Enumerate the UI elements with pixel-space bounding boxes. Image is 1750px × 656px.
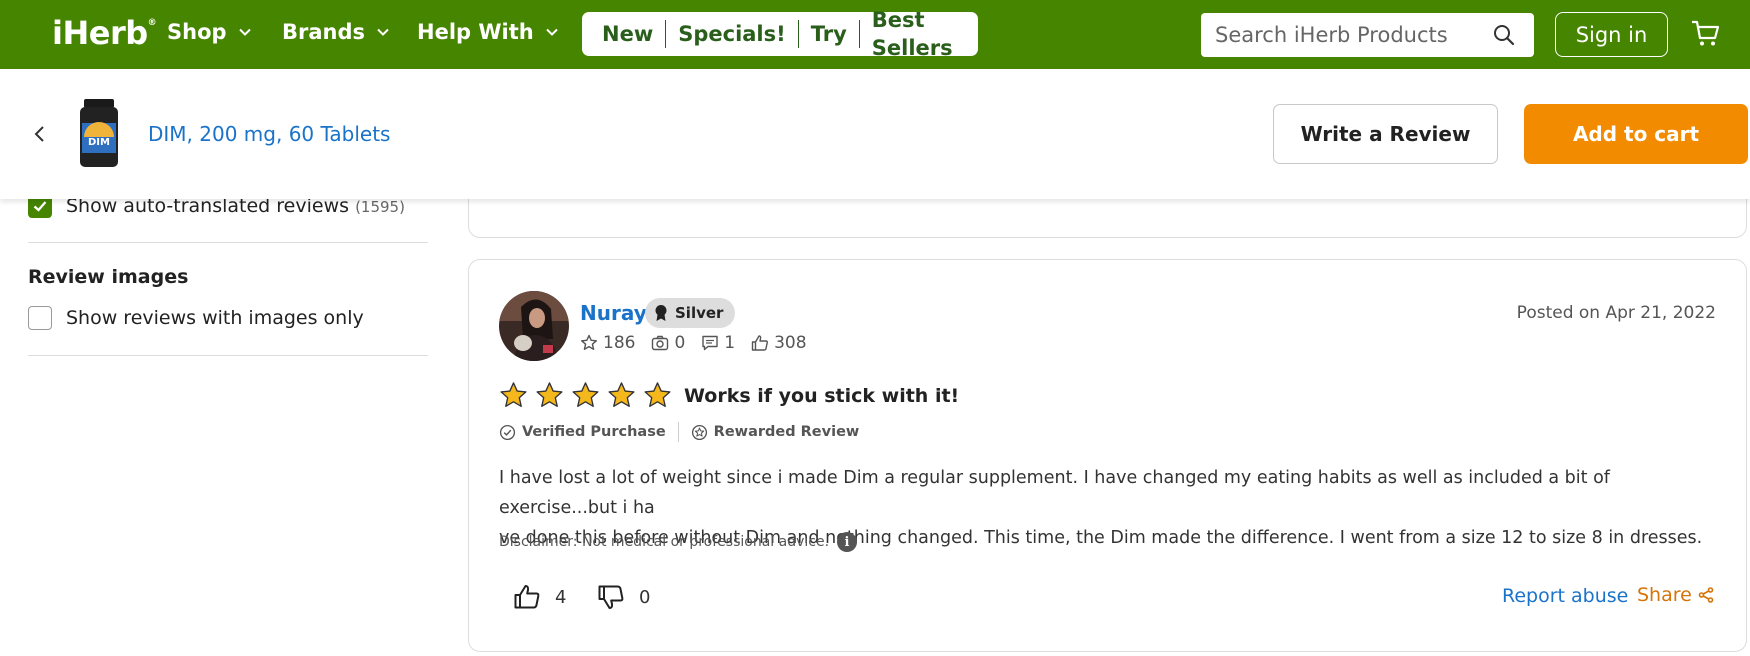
disclaimer-text: Disclaimer: Not medical or professional … (499, 534, 830, 550)
helpful-count: 4 (555, 586, 567, 608)
status-badge: Silver (645, 298, 736, 328)
star-filled-icon (536, 382, 563, 408)
quick-link-try[interactable]: Try (799, 20, 860, 48)
nav-brands[interactable]: Brands (282, 20, 391, 44)
review-title: Works if you stick with it! (684, 385, 960, 407)
product-thumbnail[interactable]: DIM (78, 99, 120, 169)
iherb-logo[interactable]: iHerb® (52, 14, 157, 52)
info-icon[interactable]: i (837, 532, 858, 552)
share-button[interactable]: Share (1637, 584, 1714, 606)
product-name-link[interactable]: DIM, 200 mg, 60 Tablets (148, 122, 390, 146)
badge-label: Silver (675, 304, 724, 322)
share-icon (1698, 587, 1714, 603)
camera-icon (652, 335, 669, 351)
top-navigation: iHerb® Shop Brands Help With New Special… (0, 0, 1750, 69)
nav-shop-label: Shop (167, 20, 227, 44)
stat-photos-value: 0 (674, 333, 686, 353)
stat-comments: 1 (701, 333, 735, 353)
verified-purchase-label: Verified Purchase (522, 424, 666, 440)
chevron-down-icon (377, 28, 389, 36)
posted-date: Posted on Apr 21, 2022 (1516, 303, 1716, 323)
search-icon[interactable] (1492, 23, 1516, 47)
disclaimer: Disclaimer: Not medical or professional … (499, 532, 858, 552)
stat-likes-value: 308 (774, 333, 807, 353)
nav-brands-label: Brands (282, 20, 366, 44)
rewarded-review-tag: Rewarded Review (691, 424, 860, 441)
star-filled-icon (644, 382, 671, 408)
images-only-checkbox[interactable] (28, 306, 52, 330)
stat-stars: 186 (580, 333, 635, 353)
share-label: Share (1637, 584, 1692, 606)
stat-comments-value: 1 (724, 333, 736, 353)
search-input[interactable] (1215, 23, 1485, 47)
star-filled-icon (608, 382, 635, 408)
filter-divider (28, 355, 428, 356)
nav-help-with-label: Help With (417, 20, 534, 44)
quick-link-specials[interactable]: Specials! (666, 20, 799, 48)
cart-icon[interactable] (1690, 18, 1720, 48)
reviewer-name[interactable]: Nuray (580, 301, 647, 325)
verified-purchase-tag: Verified Purchase (499, 424, 666, 441)
stat-stars-value: 186 (603, 333, 636, 353)
review-body-line: I have lost a lot of weight since i made… (499, 468, 1610, 518)
review-card: Nuray Silver 186 0 1 308 Posted on Apr 2… (468, 259, 1747, 652)
unhelpful-button[interactable]: 0 (597, 583, 650, 611)
stat-photos: 0 (651, 333, 685, 353)
star-rating (499, 381, 672, 410)
comment-icon (702, 335, 718, 351)
nav-help-with[interactable]: Help With (417, 20, 560, 44)
checkmark-icon (33, 201, 47, 212)
thumbnail-label: DIM (88, 137, 110, 148)
sign-in-button[interactable]: Sign in (1555, 12, 1668, 57)
helpful-button[interactable]: 4 (513, 583, 566, 611)
add-to-cart-button[interactable]: Add to cart (1524, 104, 1748, 164)
back-arrow-icon[interactable] (30, 122, 50, 146)
avatar[interactable] (499, 291, 569, 361)
star-circle-icon (691, 424, 707, 440)
thumbs-down-icon (598, 585, 624, 609)
quick-link-best-sellers[interactable]: Best Sellers (860, 6, 970, 62)
quick-links: New Specials! Try Best Sellers (582, 8, 978, 60)
quick-link-new[interactable]: New (590, 20, 667, 48)
report-abuse-link[interactable]: Report abuse (1502, 585, 1628, 607)
search-box (1201, 13, 1534, 57)
star-outline-icon (581, 334, 597, 350)
tag-divider (677, 422, 679, 442)
chevron-down-icon (238, 28, 251, 36)
filter-divider (28, 242, 428, 243)
chevron-down-icon (546, 28, 558, 36)
thumbs-up-icon (751, 335, 769, 351)
nav-shop[interactable]: Shop (167, 20, 253, 44)
review-images-heading: Review images (28, 266, 189, 288)
images-only-label: Show reviews with images only (66, 307, 364, 329)
thumbs-up-icon (514, 585, 540, 609)
reviewer-stats: 186 0 1 308 (580, 333, 807, 353)
award-ribbon-icon (655, 305, 667, 321)
star-filled-icon (500, 382, 527, 408)
check-circle-icon (499, 424, 516, 440)
star-filled-icon (572, 382, 599, 408)
product-sticky-header: DIM DIM, 200 mg, 60 Tablets Write a Revi… (0, 69, 1750, 199)
write-review-button[interactable]: Write a Review (1273, 104, 1498, 164)
review-tags: Verified Purchase Rewarded Review (499, 422, 859, 442)
stat-likes: 308 (751, 333, 807, 353)
rewarded-review-label: Rewarded Review (713, 424, 860, 440)
logo-text: iHerb (52, 14, 148, 52)
logo-registered-mark: ® (147, 18, 157, 28)
unhelpful-count: 0 (639, 586, 651, 608)
auto-translated-count: (1595) (355, 198, 405, 216)
filter-images-only[interactable]: Show reviews with images only (28, 306, 364, 330)
